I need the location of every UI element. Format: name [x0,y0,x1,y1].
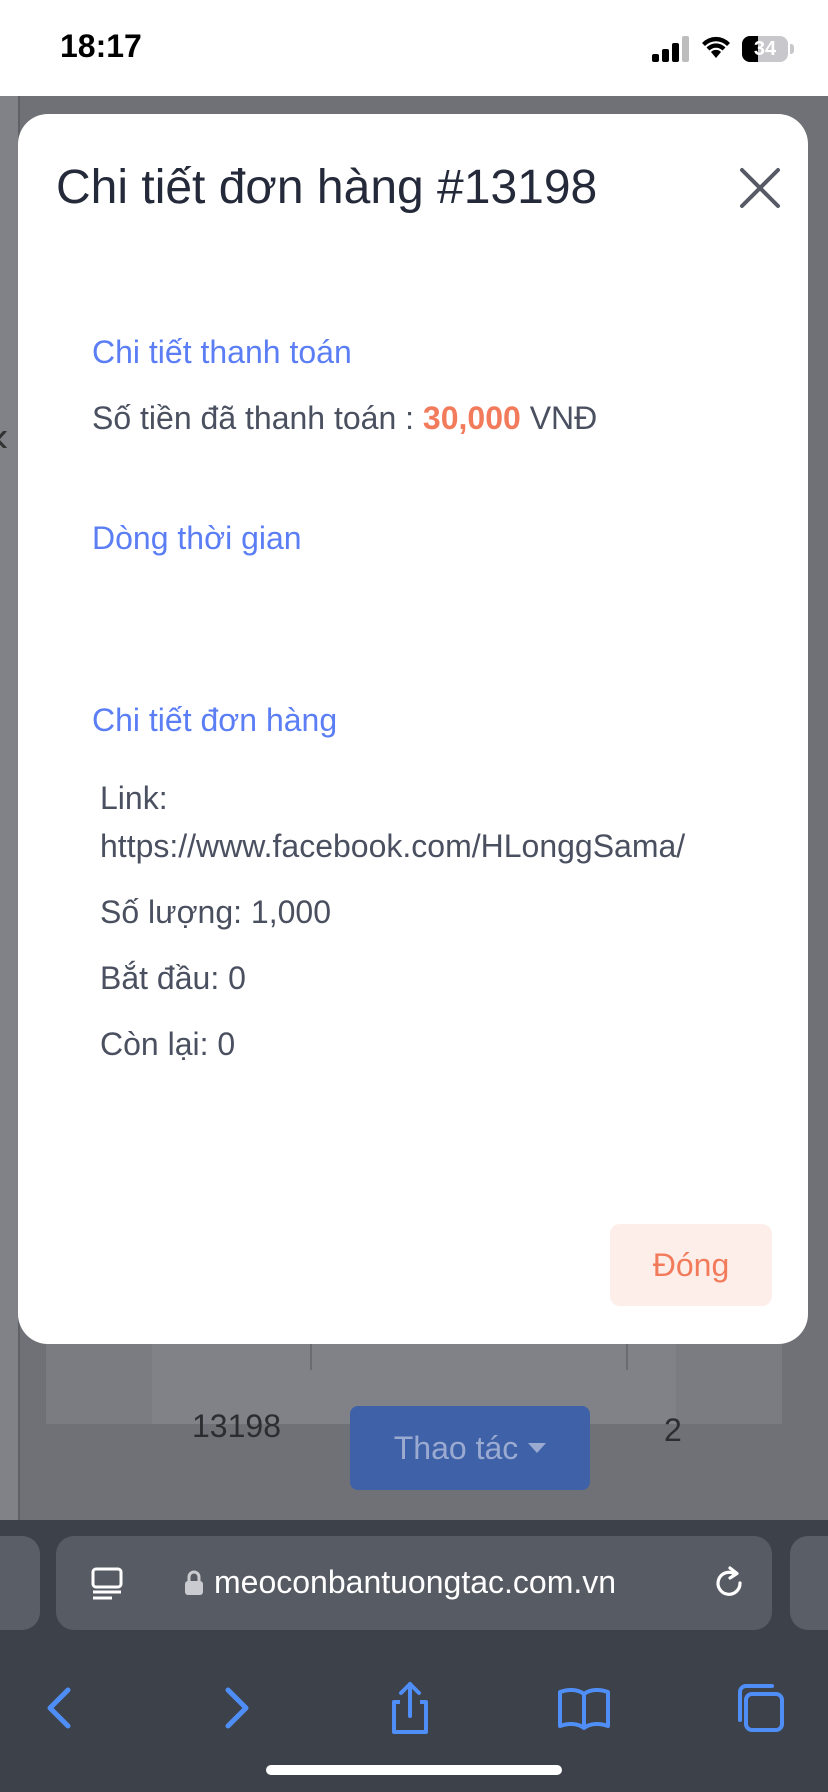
order-section-heading: Chi tiết đơn hàng [92,702,338,738]
reload-icon[interactable] [710,1564,748,1602]
paid-amount: 30,000 [422,400,521,436]
close-button[interactable]: Đóng [610,1224,772,1306]
quantity-row: Số lượng: 1,000 [100,894,331,930]
cellular-signal-icon [652,36,692,62]
url-text[interactable]: meoconbantuongtac.com.vn [214,1564,616,1601]
paid-amount-row: Số tiền đã thanh toán : 30,000 VNĐ [92,400,597,437]
chevron-left-icon: ‹ [0,412,9,462]
share-icon[interactable] [382,1680,438,1736]
side-panel [0,96,20,1520]
caret-down-icon [528,1443,547,1453]
link-label: Link: [100,780,168,816]
next-tab-peek[interactable] [790,1536,828,1630]
back-icon[interactable] [32,1680,88,1736]
actions-dropdown-label: Thao tác [393,1429,519,1466]
start-row: Bắt đầu: 0 [100,960,246,996]
status-bar: 18:17 34 [0,0,828,96]
clipped-cell: 2 [664,1412,682,1448]
paid-label: Số tiền đã thanh toán : [92,400,423,436]
currency: VNĐ [520,400,598,436]
battery-level: 34 [753,38,777,60]
wifi-icon [702,36,730,58]
order-id-cell: 13198 [192,1408,281,1444]
status-time: 18:17 [60,28,142,64]
battery-icon: 34 [742,36,788,62]
link-value[interactable]: https://www.facebook.com/HLonggSama/ [100,828,685,865]
actions-dropdown-button[interactable]: Thao tác [350,1406,590,1490]
lock-icon [185,1570,203,1595]
browser-toolbar: meoconbantuongtac.com.vn [0,1520,828,1792]
home-indicator [266,1765,562,1775]
page-menu-icon[interactable] [90,1566,124,1600]
battery-tip [790,44,794,54]
modal-title: Chi tiết đơn hàng #13198 [56,161,598,214]
timeline-section-heading: Dòng thời gian [92,520,302,556]
bookmarks-icon[interactable] [556,1680,612,1736]
address-bar[interactable]: meoconbantuongtac.com.vn [56,1536,772,1630]
tabs-icon[interactable] [732,1680,788,1736]
forward-icon[interactable] [208,1680,264,1736]
payment-section-heading: Chi tiết thanh toán [92,334,352,370]
previous-tab-peek[interactable] [0,1536,40,1630]
close-icon[interactable] [734,162,786,214]
order-detail-modal: Chi tiết đơn hàng #13198 Chi tiết thanh … [18,114,808,1344]
remaining-row: Còn lại: 0 [100,1026,236,1062]
